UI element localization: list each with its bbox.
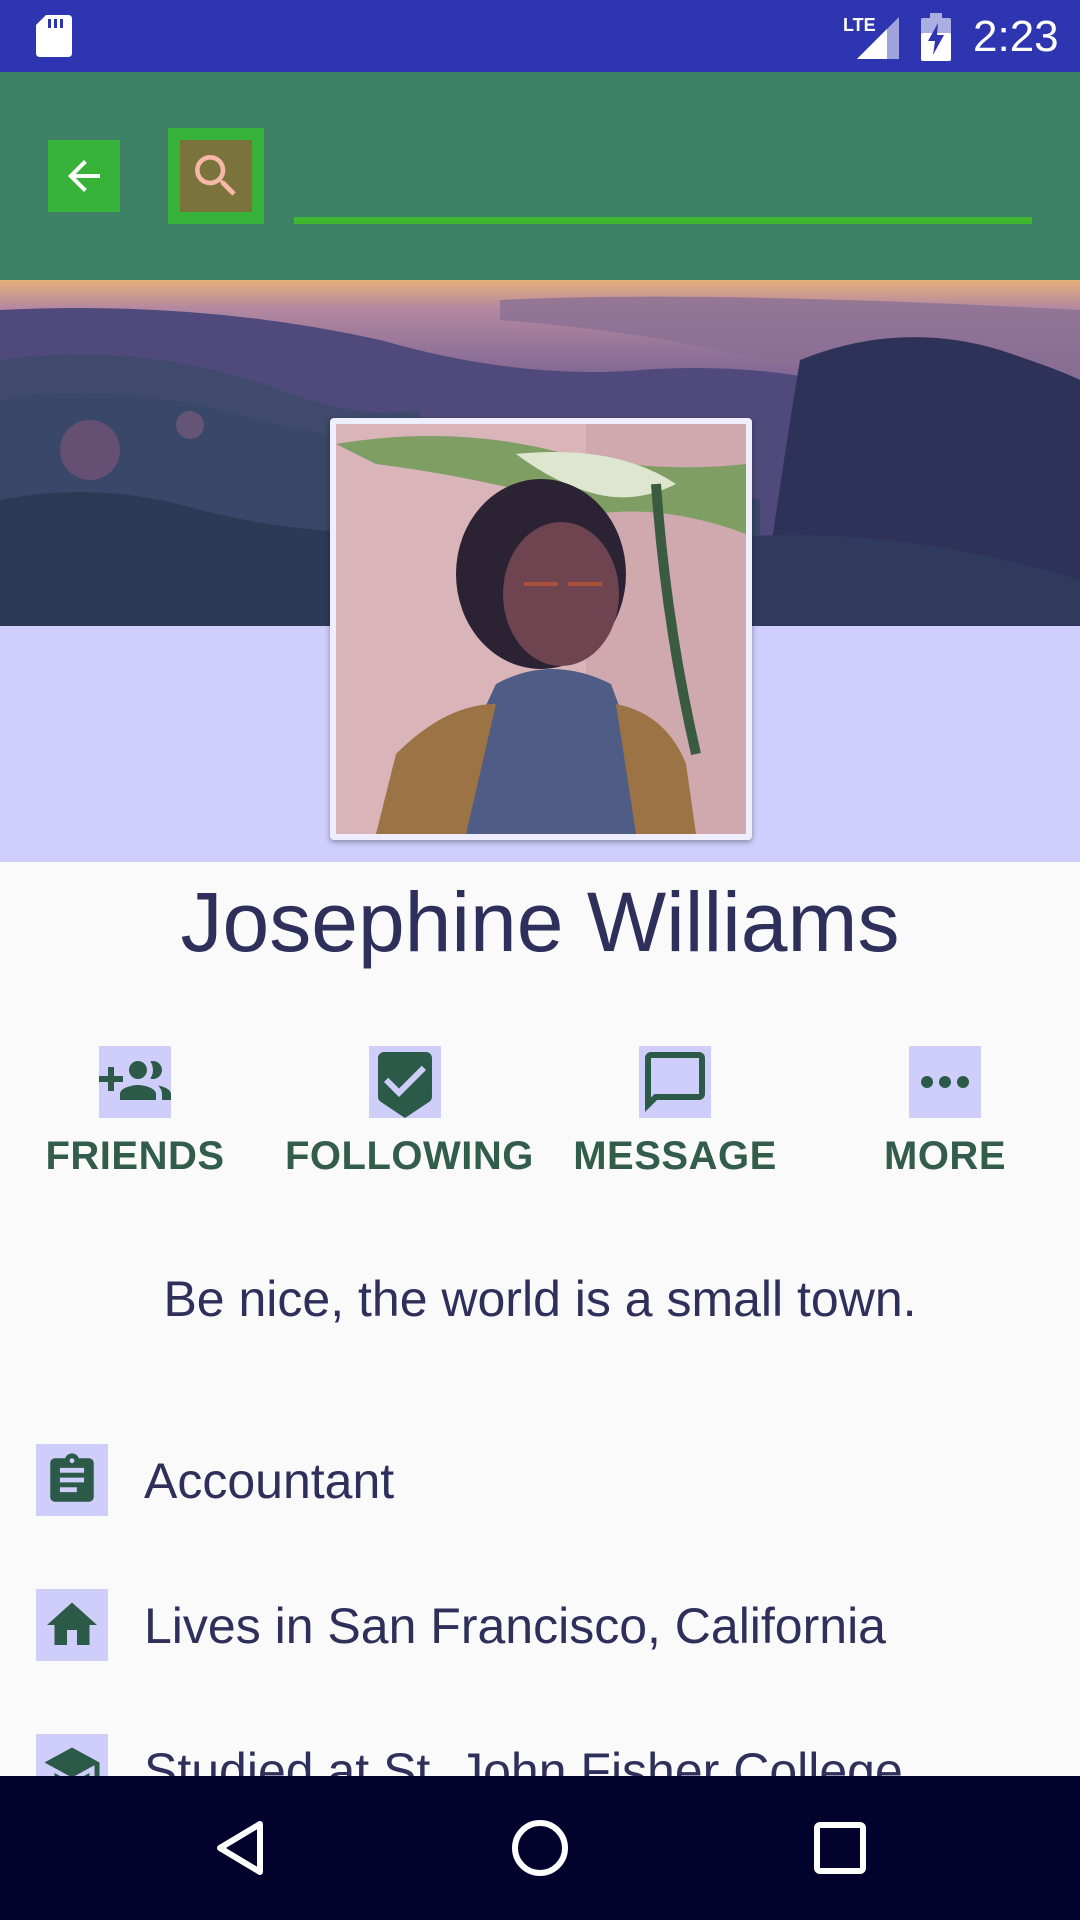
nav-back-button[interactable] [160,1776,320,1920]
occupation-text: Accountant [144,1453,395,1509]
more-label: MORE [884,1134,1006,1178]
avatar [330,418,752,840]
nav-home-icon [512,1820,568,1876]
home-icon [47,1602,97,1645]
message-label: MESSAGE [573,1134,777,1178]
add-friends-icon [99,1061,171,1100]
detail-location: Lives in San Francisco, California [36,1589,1036,1669]
message-button[interactable]: MESSAGE [555,1046,795,1196]
following-label: FOLLOWING [285,1134,534,1178]
following-check-icon [378,1052,432,1118]
friends-button[interactable]: FRIENDS [15,1046,255,1196]
status-bar: LTE 2:23 [0,0,1080,72]
system-nav-bar [0,1776,1080,1920]
more-button[interactable]: MORE [825,1046,1065,1196]
status-clock: 2:23 [973,12,1059,61]
app-bar [0,72,1080,280]
detail-occupation: Accountant [36,1444,1036,1524]
nav-back-icon [217,1821,263,1875]
nav-recents-button[interactable] [760,1776,920,1920]
back-button[interactable] [48,140,120,212]
sd-card-icon [36,15,72,57]
more-icon [921,1076,969,1088]
search-button[interactable] [168,128,264,224]
search-input[interactable] [294,182,1032,224]
message-icon [645,1052,705,1112]
network-type-label: LTE [843,15,876,35]
friends-label: FRIENDS [45,1134,225,1178]
lte-signal-icon: LTE [843,15,899,59]
nav-home-button[interactable] [460,1776,620,1920]
nav-recents-icon [814,1822,866,1874]
clipboard-icon [50,1453,94,1502]
following-button[interactable]: FOLLOWING [285,1046,534,1196]
search-icon [195,155,236,196]
battery-charging-icon [921,13,951,61]
profile-bio: Be nice, the world is a small town. [163,1271,917,1327]
location-text: Lives in San Francisco, California [144,1598,886,1654]
profile-name: Josephine Williams [180,875,900,969]
arrow-back-icon [68,160,100,192]
